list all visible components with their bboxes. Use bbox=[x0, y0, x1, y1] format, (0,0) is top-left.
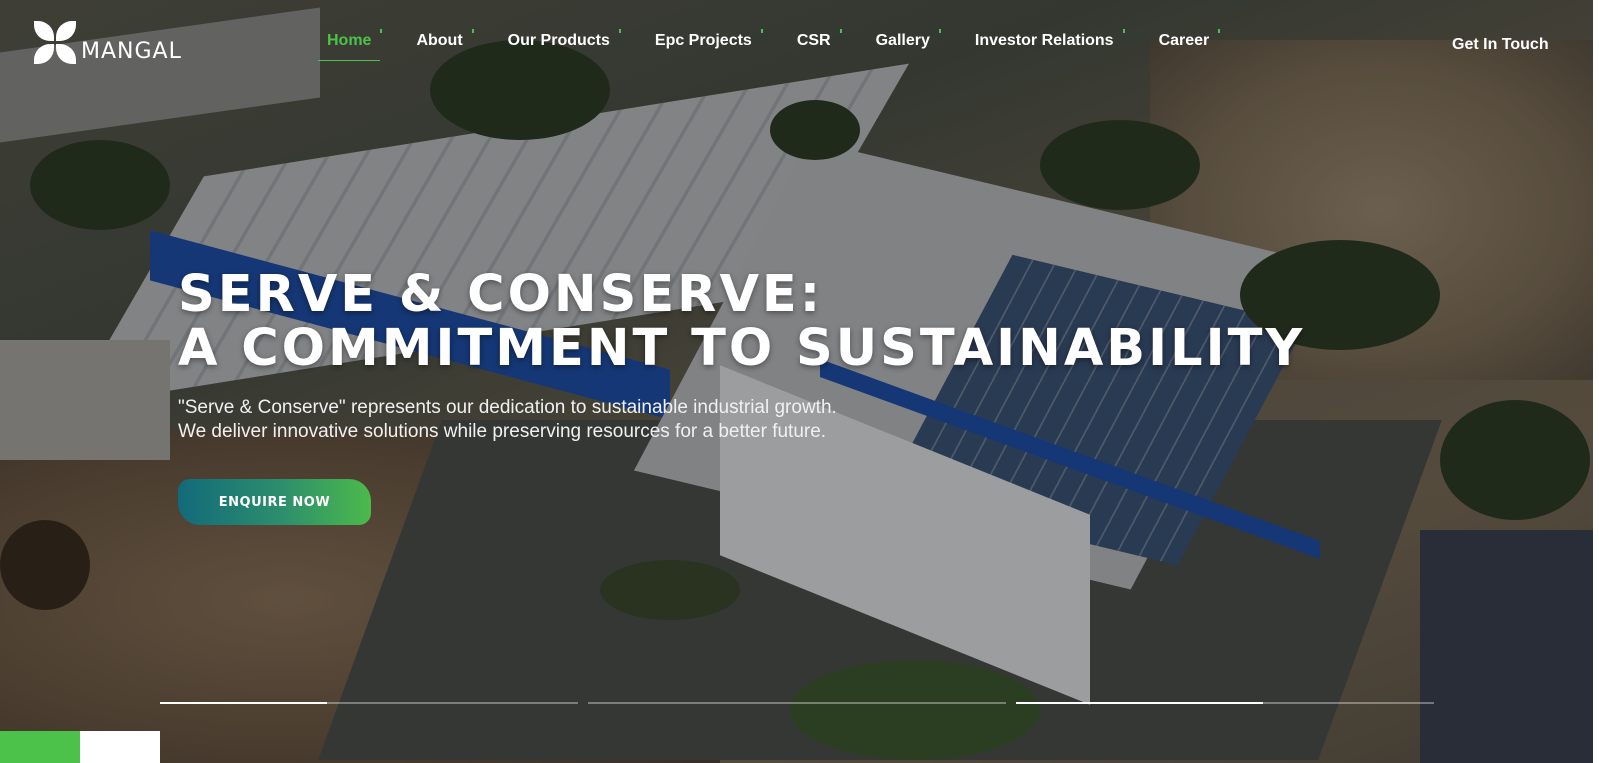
nav-our-products[interactable]: Our Products bbox=[499, 29, 622, 61]
nav-gallery[interactable]: Gallery bbox=[867, 29, 942, 61]
corner-accent-white bbox=[80, 731, 160, 763]
leaf-logo-icon bbox=[33, 20, 77, 66]
nav-about[interactable]: About bbox=[407, 29, 474, 61]
slide-indicator-2[interactable] bbox=[588, 702, 1006, 704]
brand-logo[interactable]: MANGAL bbox=[33, 20, 182, 66]
get-in-touch-link[interactable]: Get In Touch bbox=[1452, 36, 1549, 54]
nav-career[interactable]: Career bbox=[1150, 29, 1220, 61]
nav-investor-relations[interactable]: Investor Relations bbox=[966, 29, 1125, 61]
slide-indicator-3[interactable] bbox=[1016, 702, 1434, 704]
nav-csr[interactable]: CSR bbox=[788, 29, 842, 61]
enquire-now-button[interactable]: ENQUIRE NOW bbox=[178, 479, 371, 525]
slide-progress-fill bbox=[1016, 702, 1263, 704]
nav-home[interactable]: Home bbox=[318, 29, 383, 61]
slide-progress-fill bbox=[160, 702, 328, 704]
nav-epc-projects[interactable]: Epc Projects bbox=[646, 29, 763, 61]
main-nav: Home About Our Products Epc Projects CSR… bbox=[318, 29, 1245, 61]
description-line-1: "Serve & Conserve" represents our dedica… bbox=[178, 397, 837, 418]
corner-accent-green bbox=[0, 731, 80, 763]
headline-line-1: Serve & Conserve: bbox=[178, 265, 824, 324]
brand-name: MANGAL bbox=[81, 38, 182, 64]
hero-description: "Serve & Conserve" represents our dedica… bbox=[178, 396, 837, 444]
hero-overlay bbox=[0, 0, 1599, 763]
scrollbar[interactable] bbox=[1593, 0, 1599, 763]
hero-background bbox=[0, 0, 1599, 763]
headline-line-2: A Commitment to Sustainability bbox=[178, 319, 1306, 378]
description-line-2: We deliver innovative solutions while pr… bbox=[178, 421, 827, 442]
hero-headline: Serve & Conserve: A Commitment to Sustai… bbox=[178, 268, 1305, 376]
slide-indicator-1[interactable] bbox=[160, 702, 578, 704]
